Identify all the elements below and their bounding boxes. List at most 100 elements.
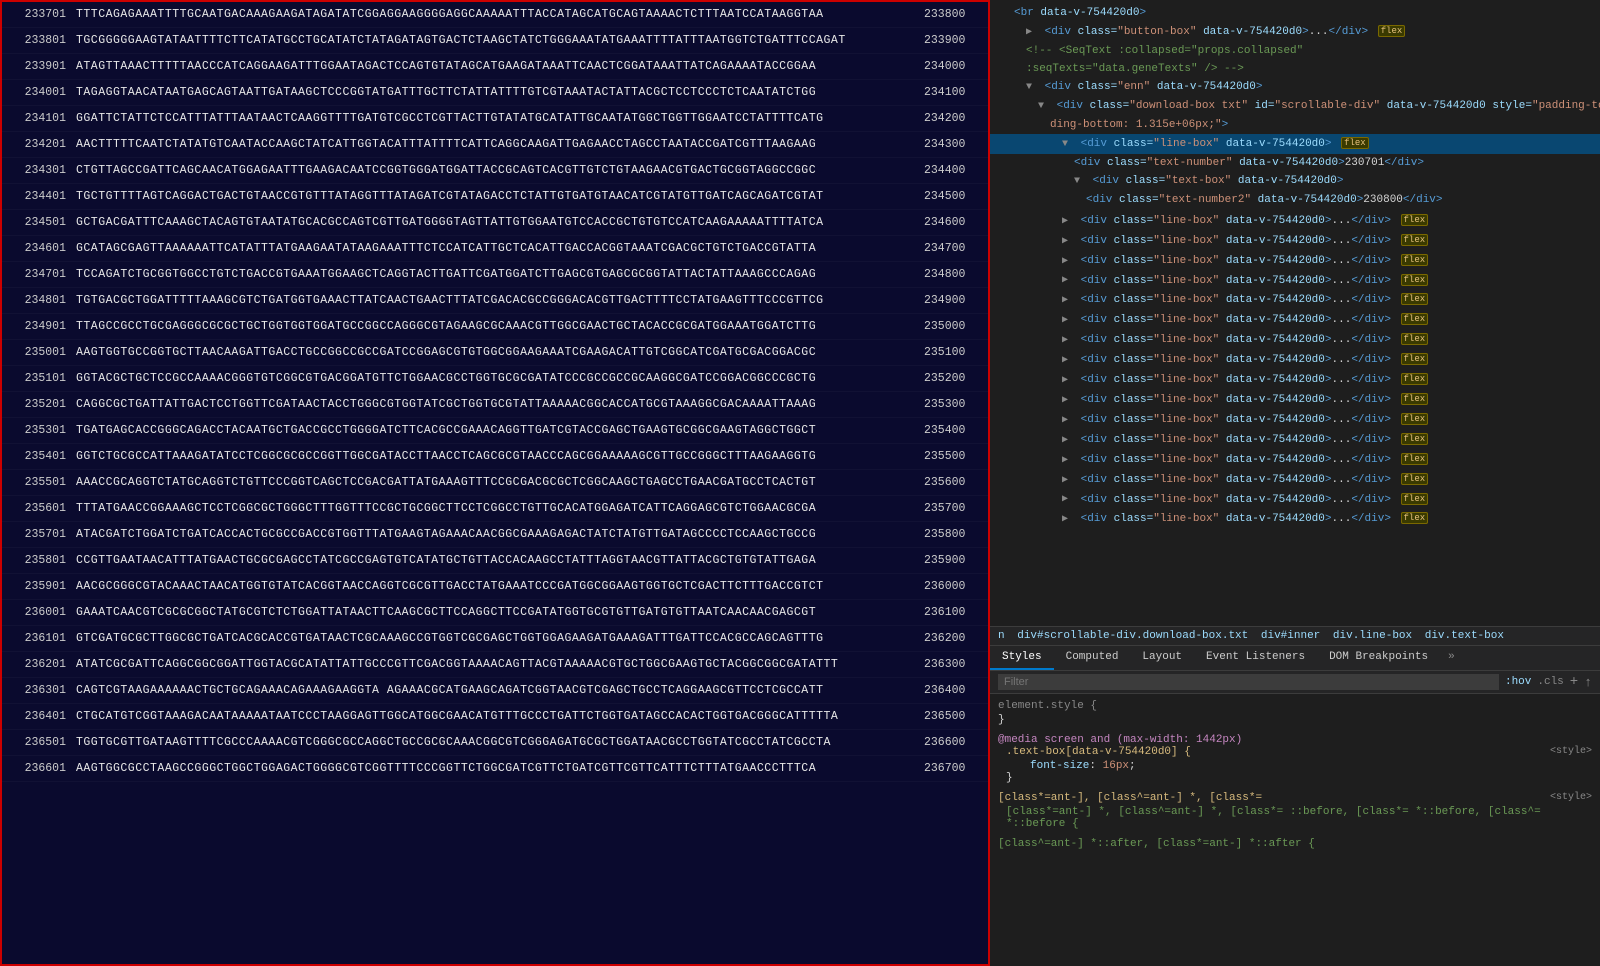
dom-tree-line[interactable]: ▶ <div class="line-box" data-v-754420d0>… xyxy=(990,310,1600,330)
dom-tree-line[interactable]: ▼ <div class="download-box txt" id="scro… xyxy=(990,97,1600,116)
line-number-left: 236001 xyxy=(2,606,72,619)
line-number-right: 234800 xyxy=(918,268,988,281)
line-number-right: 235500 xyxy=(918,450,988,463)
hov-button[interactable]: :hov xyxy=(1505,676,1531,688)
dom-tree-line[interactable]: <br data-v-754420d0> xyxy=(990,4,1600,22)
line-number-right: 233900 xyxy=(918,34,988,47)
line-number-right: 234700 xyxy=(918,242,988,255)
dom-tree-line[interactable]: ▶ <div class="line-box" data-v-754420d0>… xyxy=(990,330,1600,350)
line-number-left: 235701 xyxy=(2,528,72,541)
line-number-left: 235501 xyxy=(2,476,72,489)
styles-filter-input[interactable] xyxy=(998,674,1499,690)
line-number-right: 235800 xyxy=(918,528,988,541)
dom-tree-line[interactable]: ▶ <div class="line-box" data-v-754420d0>… xyxy=(990,211,1600,231)
seq-line: 233901ATAGTTAAACTTTTTAACCCATCAGGAAGATTTG… xyxy=(2,54,988,80)
dom-tree-line[interactable]: ▶ <div class="line-box" data-v-754420d0>… xyxy=(990,430,1600,450)
line-number-right: 234400 xyxy=(918,164,988,177)
line-number-left: 235301 xyxy=(2,424,72,437)
style-prop-font-size: font-size: 16px; xyxy=(998,760,1592,772)
breadcrumb[interactable]: n div#scrollable-div.download-box.txt di… xyxy=(990,626,1600,646)
line-number-right: 234300 xyxy=(918,138,988,151)
ancestor-file-1[interactable]: <style> xyxy=(1550,792,1592,803)
dom-tree-line[interactable]: ▶ <div class="button-box" data-v-754420d… xyxy=(990,22,1600,42)
seq-line: 234101GGATTCTATTCTCCATTTATTTAATAACTCAAGG… xyxy=(2,106,988,132)
breadcrumb-separator xyxy=(1323,630,1330,642)
line-number-left: 234901 xyxy=(2,320,72,333)
cls-button[interactable]: .cls xyxy=(1537,676,1563,688)
seq-line: 236301CAGTCGTAAGAAAAAACTGCTGCAGAAACAGAAA… xyxy=(2,678,988,704)
dom-tree-line[interactable]: ▶ <div class="line-box" data-v-754420d0>… xyxy=(990,271,1600,291)
dom-tree-line[interactable]: <!-- <SeqText :collapsed="props.collapse… xyxy=(990,42,1600,60)
dom-tree-line[interactable]: :seqTexts="data.geneTexts" /> --> xyxy=(990,60,1600,78)
styles-content: element.style { } @media screen and (max… xyxy=(990,694,1600,966)
dom-tree-line[interactable]: ▶ <div class="line-box" data-v-754420d0>… xyxy=(990,251,1600,271)
dom-tree-line[interactable]: ▶ <div class="line-box" data-v-754420d0>… xyxy=(990,390,1600,410)
dom-tree-line[interactable]: ▶ <div class="line-box" data-v-754420d0>… xyxy=(990,470,1600,490)
line-number-right: 235600 xyxy=(918,476,988,489)
dom-tree-line[interactable]: <div class="text-number" data-v-754420d0… xyxy=(990,154,1600,172)
seq-text: AAGTGGCGCCTAAGCCGGGCTGGCTGGAGACTGGGGCGTC… xyxy=(72,762,918,775)
line-number-right: 233800 xyxy=(918,8,988,21)
seq-text: TGCGGGGGAAGTATAATTTTCTTCATATGCCTGCATATCT… xyxy=(72,34,918,47)
dom-tree-line[interactable]: ▶ <div class="line-box" data-v-754420d0>… xyxy=(990,290,1600,310)
add-style-button[interactable]: + xyxy=(1570,674,1578,690)
seq-text: TTTATGAACCGGAAAGCTCCTCGGCGCTGGGCTTTGGTTT… xyxy=(72,502,918,515)
element-style-label: element.style { xyxy=(998,700,1592,712)
ancestor-comment-2: [class^=ant-] *::after, [class*=ant-] *:… xyxy=(998,838,1592,850)
tab-layout[interactable]: Layout xyxy=(1130,646,1194,670)
seq-line: 234001TAGAGGTAACATAATGAGCAGTAATTGATAAGCT… xyxy=(2,80,988,106)
seq-line: 235601TTTATGAACCGGAAAGCTCCTCGGCGCTGGGCTT… xyxy=(2,496,988,522)
line-number-left: 235801 xyxy=(2,554,72,567)
breadcrumb-item[interactable]: div#inner xyxy=(1261,630,1320,642)
seq-line: 234301CTGTTAGCCGATTCAGCAACATGGAGAATTTGAA… xyxy=(2,158,988,184)
dom-tree-line[interactable]: ▶ <div class="line-box" data-v-754420d0>… xyxy=(990,370,1600,390)
seq-text: CTGCATGTCGGTAAAGACAATAAAAATAATCCCTAAGGAG… xyxy=(72,710,918,723)
styles-tabs: Styles Computed Layout Event Listeners D… xyxy=(990,646,1600,671)
tab-computed[interactable]: Computed xyxy=(1054,646,1131,670)
dom-tree-line[interactable]: <div class="text-number2" data-v-754420d… xyxy=(990,191,1600,209)
dom-tree-line[interactable]: ▶ <div class="line-box" data-v-754420d0>… xyxy=(990,509,1600,529)
tab-event-listeners[interactable]: Event Listeners xyxy=(1194,646,1317,670)
line-number-left: 233701 xyxy=(2,8,72,21)
line-number-left: 236401 xyxy=(2,710,72,723)
line-number-right: 236600 xyxy=(918,736,988,749)
seq-text: CAGTCGTAAGAAAAAACTGCTGCAGAAACAGAAAGAAGGT… xyxy=(72,684,918,697)
seq-line: 235101GGTACGCTGCTCCGCCAAAACGGGTGTCGGCGTG… xyxy=(2,366,988,392)
line-number-left: 234501 xyxy=(2,216,72,229)
tabs-more[interactable]: » xyxy=(1440,646,1463,670)
line-number-left: 235901 xyxy=(2,580,72,593)
breadcrumb-item[interactable]: div.line-box xyxy=(1333,630,1412,642)
sequence-viewer[interactable]: 233701TTTCAGAGAAATTTTGCAATGACAAAGAAGATAG… xyxy=(0,0,990,966)
element-style-close: } xyxy=(998,714,1592,726)
seq-text: AAGTGGTGCCGGTGCTTAACAAGATTGACCTGCCGGCCGC… xyxy=(72,346,918,359)
seq-text: GTCGATGCGCTTGGCGCTGATCACGCACCGTGATAACTCG… xyxy=(72,632,918,645)
breadcrumb-item[interactable]: div.text-box xyxy=(1425,630,1504,642)
breadcrumb-item[interactable]: n xyxy=(998,630,1005,642)
dom-tree-line[interactable]: ▶ <div class="line-box" data-v-754420d0>… xyxy=(990,350,1600,370)
dom-tree-line[interactable]: ▼ <div class="text-box" data-v-754420d0> xyxy=(990,172,1600,191)
seq-text: GCTGACGATTTCAAAGCTACAGTGTAATATGCACGCCAGT… xyxy=(72,216,918,229)
line-number-left: 233801 xyxy=(2,34,72,47)
dom-tree-line[interactable]: ▶ <div class="line-box" data-v-754420d0>… xyxy=(990,231,1600,251)
dom-tree-line[interactable]: ▶ <div class="line-box" data-v-754420d0>… xyxy=(990,490,1600,510)
ancestor-rule-1: [class*=ant-], [class^=ant-] *, [class*=… xyxy=(998,792,1592,830)
line-number-left: 235201 xyxy=(2,398,72,411)
dom-tree-line[interactable]: ding-bottom: 1.315e+06px;"> xyxy=(990,116,1600,134)
line-number-left: 234601 xyxy=(2,242,72,255)
seq-line: 234901TTAGCCGCCTGCGAGGGCGCGCTGCTGGTGGTGG… xyxy=(2,314,988,340)
seq-text: TGTGACGCTGGATTTTTAAAGCGTCTGATGGTGAAACTTA… xyxy=(72,294,918,307)
seq-text: ATATCGCGATTCAGGCGGCGGATTGGTACGCATATTATTG… xyxy=(72,658,918,671)
dom-tree-line[interactable]: ▶ <div class="line-box" data-v-754420d0>… xyxy=(990,450,1600,470)
dom-tree-line[interactable]: ▼ <div class="line-box" data-v-754420d0>… xyxy=(990,134,1600,154)
style-file-ref[interactable]: <style> xyxy=(1550,746,1592,757)
tab-dom-breakpoints[interactable]: DOM Breakpoints xyxy=(1317,646,1440,670)
dom-tree-line[interactable]: ▼ <div class="enn" data-v-754420d0> xyxy=(990,78,1600,97)
media-rule-close: } xyxy=(998,772,1592,784)
dom-tree[interactable]: <br data-v-754420d0>▶ <div class="button… xyxy=(990,0,1600,626)
line-number-right: 236500 xyxy=(918,710,988,723)
dom-tree-line[interactable]: ▶ <div class="line-box" data-v-754420d0>… xyxy=(990,410,1600,430)
breadcrumb-item[interactable]: div#scrollable-div.download-box.txt xyxy=(1017,630,1248,642)
seq-line: 234501GCTGACGATTTCAAAGCTACAGTGTAATATGCAC… xyxy=(2,210,988,236)
arrow-button[interactable]: ↑ xyxy=(1584,675,1592,690)
tab-styles[interactable]: Styles xyxy=(990,646,1054,670)
